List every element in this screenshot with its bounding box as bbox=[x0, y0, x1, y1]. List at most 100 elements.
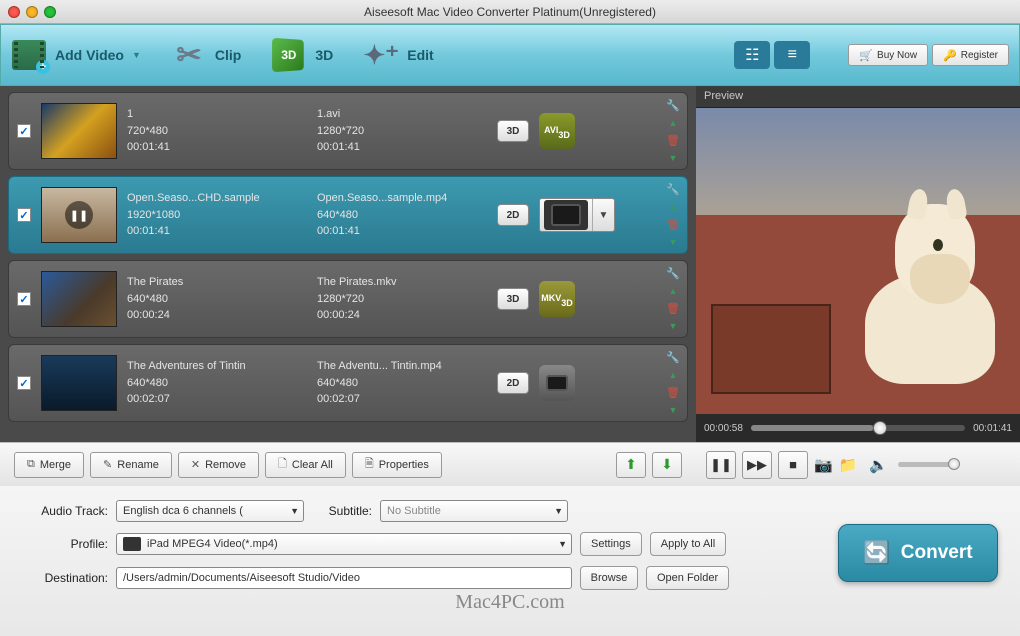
open-folder-button[interactable]: Open Folder bbox=[646, 566, 729, 590]
item-checkbox[interactable]: ✓ bbox=[17, 376, 31, 390]
item-actions: 🔧 ▲ 🗑 ▼ bbox=[665, 99, 681, 163]
video-thumbnail[interactable] bbox=[41, 271, 117, 327]
item-checkbox[interactable]: ✓ bbox=[17, 208, 31, 222]
register-button[interactable]: 🔑 Register bbox=[932, 44, 1009, 66]
ipad-icon bbox=[123, 537, 141, 551]
3d-button[interactable]: 3D 3D bbox=[271, 37, 333, 73]
thumbnail-view-button[interactable]: ≡ bbox=[774, 41, 810, 69]
video-list-item[interactable]: ✓ 1 720*480 00:01:41 1.avi 1280*720 00:0… bbox=[8, 92, 688, 170]
buy-now-button[interactable]: 🛒 Buy Now bbox=[848, 44, 928, 66]
clip-button[interactable]: ✂ Clip bbox=[171, 37, 241, 73]
pause-button[interactable]: ❚❚ bbox=[706, 451, 736, 479]
apply-to-all-button[interactable]: Apply to All bbox=[650, 532, 726, 556]
move-up-button[interactable]: ⬆ bbox=[616, 452, 646, 478]
destination-input[interactable]: /Users/admin/Documents/Aiseesoft Studio/… bbox=[116, 567, 572, 589]
move-down-button[interactable]: ⬇ bbox=[652, 452, 682, 478]
rename-button[interactable]: ✎Rename bbox=[90, 452, 172, 478]
source-resolution: 1920*1080 bbox=[127, 207, 307, 224]
collapse-up-icon[interactable]: ▲ bbox=[669, 286, 678, 296]
scrub-track[interactable] bbox=[751, 425, 965, 431]
browse-button[interactable]: Browse bbox=[580, 566, 638, 590]
item-checkbox[interactable]: ✓ bbox=[17, 124, 31, 138]
format-icon-ipad[interactable] bbox=[539, 365, 575, 401]
collapse-up-icon[interactable]: ▲ bbox=[669, 118, 678, 128]
source-info: 1 720*480 00:01:41 bbox=[127, 106, 307, 156]
trash-icon[interactable]: 🗑 bbox=[666, 134, 680, 147]
source-info: The Adventures of Tintin 640*480 00:02:0… bbox=[127, 358, 307, 408]
stop-button[interactable]: ■ bbox=[778, 451, 808, 479]
item-actions: 🔧 ▲ 🗑 ▼ bbox=[665, 351, 681, 415]
wrench-icon[interactable]: 🔧 bbox=[666, 183, 680, 196]
3d-badge[interactable]: 3D bbox=[497, 120, 529, 142]
remove-button[interactable]: ✕Remove bbox=[178, 452, 259, 478]
next-frame-button[interactable]: ▶▶ bbox=[742, 451, 772, 479]
open-snapshot-folder-button[interactable]: 📁 bbox=[839, 456, 858, 474]
collapse-up-icon[interactable]: ▲ bbox=[669, 202, 678, 212]
volume-thumb[interactable] bbox=[948, 458, 960, 470]
current-time: 00:00:58 bbox=[704, 423, 743, 434]
skip-forward-icon: ▶▶ bbox=[747, 457, 767, 473]
edit-label: Edit bbox=[407, 47, 433, 63]
3d-badge[interactable]: 3D bbox=[497, 288, 529, 310]
format-icon-avi[interactable]: AVI3D bbox=[539, 113, 575, 149]
video-list-item[interactable]: ✓ The Pirates 640*480 00:00:24 The Pirat… bbox=[8, 260, 688, 338]
output-filename: 1.avi bbox=[317, 106, 487, 123]
preview-video[interactable] bbox=[696, 108, 1020, 414]
collapse-up-icon[interactable]: ▲ bbox=[669, 370, 678, 380]
video-list-item[interactable]: ✓ The Adventures of Tintin 640*480 00:02… bbox=[8, 344, 688, 422]
source-filename: Open.Seaso...CHD.sample bbox=[127, 190, 307, 207]
trash-icon[interactable]: 🗑 bbox=[666, 386, 680, 399]
format-controls: 3D MKV3D bbox=[497, 281, 575, 317]
video-list-item[interactable]: ✓ ❚❚ Open.Seaso...CHD.sample 1920*1080 0… bbox=[8, 176, 688, 254]
expand-down-icon[interactable]: ▼ bbox=[669, 321, 678, 331]
convert-icon: 🔄 bbox=[863, 540, 890, 566]
playback-controls: ❚❚ ▶▶ ■ 📷 📁 🔈 bbox=[696, 442, 1020, 486]
settings-button[interactable]: Settings bbox=[580, 532, 642, 556]
merge-button[interactable]: ⧉Merge bbox=[14, 452, 84, 478]
video-thumbnail[interactable]: ❚❚ bbox=[41, 187, 117, 243]
watermark-text: Mac4PC.com bbox=[455, 591, 564, 614]
expand-down-icon[interactable]: ▼ bbox=[669, 237, 678, 247]
cart-icon: 🛒 bbox=[859, 49, 873, 62]
properties-button[interactable]: 🗎Properties bbox=[352, 452, 442, 478]
add-video-button[interactable]: + Add Video ▼ bbox=[11, 37, 141, 73]
list-view-button[interactable]: ☷ bbox=[734, 41, 770, 69]
video-thumbnail[interactable] bbox=[41, 355, 117, 411]
main-toolbar: + Add Video ▼ ✂ Clip 3D 3D ✦⁺ Edit ☷ ≡ 🛒… bbox=[0, 24, 1020, 86]
volume-slider[interactable] bbox=[898, 462, 960, 467]
output-resolution: 640*480 bbox=[317, 375, 487, 392]
wrench-icon[interactable]: 🔧 bbox=[666, 351, 680, 364]
key-icon: 🔑 bbox=[943, 49, 957, 62]
volume-icon[interactable]: 🔈 bbox=[869, 456, 888, 474]
trash-icon[interactable]: 🗑 bbox=[666, 302, 680, 315]
format-icon-mkv[interactable]: MKV3D bbox=[539, 281, 575, 317]
item-actions: 🔧 ▲ 🗑 ▼ bbox=[665, 267, 681, 331]
convert-button[interactable]: 🔄 Convert bbox=[838, 524, 998, 582]
expand-down-icon[interactable]: ▼ bbox=[669, 405, 678, 415]
item-checkbox[interactable]: ✓ bbox=[17, 292, 31, 306]
audio-track-select[interactable]: English dca 6 channels ( ▼ bbox=[116, 500, 304, 522]
wrench-icon[interactable]: 🔧 bbox=[666, 99, 680, 112]
expand-down-icon[interactable]: ▼ bbox=[669, 153, 678, 163]
profile-dropdown[interactable]: ▼ bbox=[539, 198, 615, 232]
output-duration: 00:01:41 bbox=[317, 223, 487, 240]
output-duration: 00:01:41 bbox=[317, 139, 487, 156]
wrench-icon[interactable]: 🔧 bbox=[666, 267, 680, 280]
hamburger-icon: ≡ bbox=[788, 46, 797, 64]
main-content: ✓ 1 720*480 00:01:41 1.avi 1280*720 00:0… bbox=[0, 86, 1020, 486]
2d-badge[interactable]: 2D bbox=[497, 204, 529, 226]
edit-button[interactable]: ✦⁺ Edit bbox=[363, 37, 433, 73]
clear-all-button[interactable]: 🗋Clear All bbox=[265, 452, 346, 478]
playback-scrubber: 00:00:58 00:01:41 bbox=[696, 414, 1020, 442]
source-filename: The Pirates bbox=[127, 274, 307, 291]
snapshot-button[interactable]: 📷 bbox=[814, 456, 833, 474]
profile-select[interactable]: iPad MPEG4 Video(*.mp4) ▼ bbox=[116, 533, 572, 555]
2d-badge[interactable]: 2D bbox=[497, 372, 529, 394]
scrub-thumb[interactable] bbox=[873, 421, 887, 435]
output-resolution: 1280*720 bbox=[317, 291, 487, 308]
trash-icon[interactable]: 🗑 bbox=[666, 218, 680, 231]
chevron-down-icon: ▼ bbox=[558, 539, 567, 549]
output-info: The Pirates.mkv 1280*720 00:00:24 bbox=[317, 274, 487, 324]
subtitle-select[interactable]: No Subtitle ▼ bbox=[380, 500, 568, 522]
video-thumbnail[interactable] bbox=[41, 103, 117, 159]
